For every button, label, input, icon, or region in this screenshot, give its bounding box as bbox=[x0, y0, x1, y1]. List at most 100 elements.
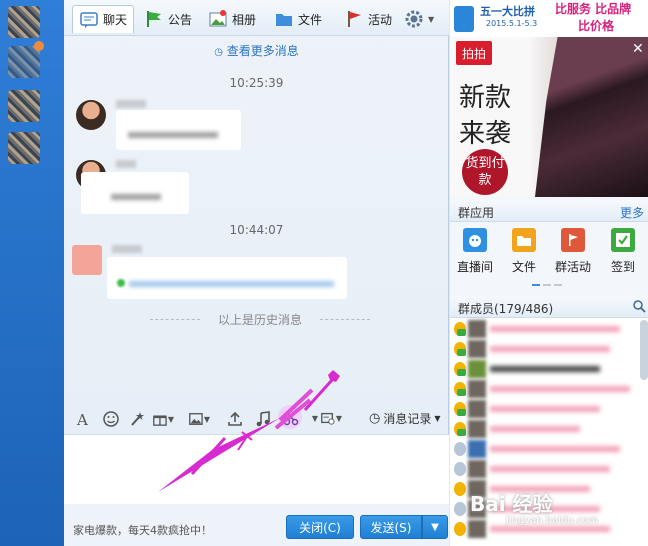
app-files[interactable]: 文件 bbox=[503, 228, 545, 275]
member-item[interactable] bbox=[454, 400, 640, 418]
search-icon[interactable] bbox=[632, 299, 646, 313]
star-icon bbox=[454, 482, 466, 496]
member-item[interactable] bbox=[454, 460, 640, 478]
send-button[interactable]: 发送(S) bbox=[360, 515, 422, 539]
sender-nickname bbox=[116, 100, 146, 108]
member-item[interactable] bbox=[454, 320, 640, 338]
admin-icon bbox=[454, 342, 466, 356]
font-icon: A bbox=[76, 411, 88, 428]
member-icon bbox=[454, 442, 466, 456]
apps-pager[interactable] bbox=[532, 284, 562, 286]
message-log-label: 消息记录 bbox=[383, 412, 432, 426]
tab-album[interactable]: 相册 bbox=[208, 5, 256, 33]
ad-image[interactable]: 拍拍 新款 来袭 货到付款 ✕ bbox=[450, 37, 648, 197]
pager-dot[interactable] bbox=[554, 284, 562, 286]
member-item[interactable] bbox=[454, 360, 640, 378]
app-live-room[interactable]: 直播间 bbox=[454, 228, 496, 275]
star-icon bbox=[454, 522, 466, 536]
member-name bbox=[490, 386, 630, 392]
tab-bar: 聊天 公告 相册 文件 活动 ▼ bbox=[64, 0, 449, 36]
promo-slogan-2: 比价格 bbox=[578, 19, 615, 33]
sender-nickname bbox=[116, 160, 136, 168]
watermark-brand: Bai 经验 bbox=[470, 492, 553, 516]
red-flag-icon bbox=[348, 11, 361, 27]
tab-chat[interactable]: 聊天 bbox=[72, 5, 135, 33]
folder-icon bbox=[512, 228, 536, 252]
watermark-url: jingyan.baidu.com bbox=[506, 515, 599, 526]
contact-avatar[interactable] bbox=[8, 132, 40, 164]
flag-icon bbox=[147, 11, 161, 27]
member-name bbox=[490, 346, 610, 352]
avatar bbox=[468, 320, 486, 338]
app-label: 群活动 bbox=[554, 260, 591, 274]
avatar bbox=[468, 380, 486, 398]
tv-icon bbox=[463, 228, 487, 252]
close-icon[interactable]: ✕ bbox=[632, 41, 644, 57]
app-label: 签到 bbox=[610, 260, 635, 274]
message-bubble bbox=[81, 172, 189, 214]
group-apps-more-link[interactable]: 更多 bbox=[620, 204, 644, 221]
message-log-button[interactable]: ◷ 消息记录 ▼ bbox=[369, 410, 441, 427]
sender-nickname bbox=[112, 245, 142, 253]
avatar bbox=[468, 340, 486, 358]
sender-avatar[interactable] bbox=[76, 100, 106, 130]
avatar bbox=[468, 400, 486, 418]
pager-dot[interactable] bbox=[532, 284, 540, 286]
tab-label: 公告 bbox=[168, 12, 193, 27]
history-divider: 以上是历史消息 bbox=[150, 311, 370, 328]
ad-headline-2: 来袭 bbox=[459, 119, 512, 149]
magic-expression-button[interactable] bbox=[126, 408, 148, 430]
member-item[interactable] bbox=[454, 440, 640, 458]
member-list-scrollbar[interactable] bbox=[640, 320, 648, 380]
activity-flag-icon bbox=[561, 228, 585, 252]
avatar bbox=[468, 460, 486, 478]
chat-icon bbox=[80, 11, 98, 28]
view-more-label: 查看更多消息 bbox=[226, 44, 299, 58]
ad-badge: 货到付款 bbox=[462, 149, 508, 195]
avatar bbox=[468, 420, 486, 438]
tab-files[interactable]: 文件 bbox=[274, 5, 322, 33]
promo-banner[interactable]: 五一大比拼 2015.5.1-5.3 比服务 比品牌 比价格 bbox=[450, 0, 648, 37]
view-more-messages-link[interactable]: ◷ 查看更多消息 bbox=[64, 42, 449, 59]
admin-icon bbox=[454, 322, 466, 336]
pager-dot[interactable] bbox=[543, 284, 551, 286]
clock-icon: ◷ bbox=[214, 47, 223, 58]
send-options-button[interactable]: ▼ bbox=[422, 515, 448, 539]
contact-avatar[interactable] bbox=[8, 6, 40, 38]
font-button[interactable]: A bbox=[72, 408, 94, 430]
promo-slogan: 比服务 比品牌 bbox=[555, 2, 632, 16]
smiley-icon bbox=[103, 411, 119, 427]
ad-brand-tag: 拍拍 bbox=[456, 41, 492, 65]
group-apps-grid: 直播间 文件 群活动 签到 bbox=[450, 222, 648, 292]
member-item[interactable] bbox=[454, 380, 640, 398]
member-item[interactable] bbox=[454, 340, 640, 358]
folder-icon bbox=[276, 14, 292, 26]
sender-avatar[interactable] bbox=[72, 245, 102, 275]
message-timestamp: 10:44:07 bbox=[229, 223, 284, 237]
clock-icon: ◷ bbox=[369, 411, 381, 426]
bottom-bar: 家电爆款，每天4款疯抢中！ 关闭(C) 发送(S) ▼ bbox=[64, 504, 449, 546]
tab-label: 聊天 bbox=[103, 13, 128, 27]
tab-announcement[interactable]: 公告 bbox=[144, 5, 192, 33]
member-name bbox=[490, 406, 600, 412]
close-button[interactable]: 关闭(C) bbox=[286, 515, 354, 539]
members-header: 群成员(179/486) bbox=[450, 296, 648, 318]
app-label: 直播间 bbox=[456, 260, 493, 274]
emoji-button[interactable] bbox=[100, 408, 122, 430]
photo-icon bbox=[209, 10, 227, 27]
group-apps-header: 群应用 更多 bbox=[450, 200, 648, 222]
member-name bbox=[490, 526, 610, 532]
app-check-in[interactable]: 签到 bbox=[602, 228, 644, 275]
contact-avatar[interactable] bbox=[8, 90, 40, 122]
member-icon bbox=[454, 462, 466, 476]
chevron-down-icon: ▼ bbox=[428, 14, 435, 24]
app-group-activity[interactable]: 群活动 bbox=[552, 228, 594, 275]
settings-button[interactable]: ▼ bbox=[404, 5, 434, 33]
promo-date: 2015.5.1-5.3 bbox=[486, 19, 538, 28]
member-item[interactable] bbox=[454, 420, 640, 438]
contact-avatar[interactable] bbox=[8, 46, 40, 78]
unread-badge-icon bbox=[34, 41, 44, 51]
tab-activity[interactable]: 活动 bbox=[344, 5, 392, 33]
ad-text-link[interactable]: 家电爆款，每天4款疯抢中！ bbox=[73, 522, 212, 538]
magic-wand-icon bbox=[131, 412, 144, 426]
